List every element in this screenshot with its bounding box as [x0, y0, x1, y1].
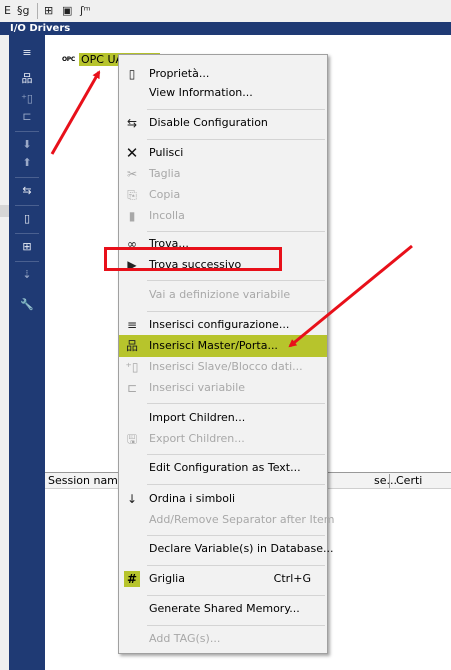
menu-item-label: Inserisci variabile — [149, 381, 246, 394]
column-header-session-name[interactable]: Session name — [45, 474, 121, 488]
save-icon: 🖫 — [126, 432, 138, 446]
sort-arrows-icon[interactable]: ⇣ — [12, 267, 42, 283]
signal-icon[interactable]: ʃᵐ — [80, 3, 91, 19]
symbol-sg-icon[interactable]: §g — [17, 3, 29, 19]
page-icon: ▯ — [128, 67, 136, 81]
menu-item-label: Griglia — [149, 572, 185, 585]
menu-item-label: Import Children... — [149, 411, 246, 424]
side-toolbar-separator — [15, 233, 39, 234]
grid-hash-icon: # — [124, 571, 140, 587]
menu-separator — [147, 231, 325, 232]
menu-separator — [147, 484, 325, 485]
menu-item-label: Edit Configuration as Text... — [149, 461, 301, 474]
menu-item-label: Inserisci Slave/Blocco dati... — [149, 360, 303, 373]
menu-item-ordina-simboli[interactable]: ↓ Ordina i simboli — [119, 488, 327, 510]
insert-config-icon: ≡ — [126, 318, 138, 332]
menu-item-label: Inserisci Master/Porta... — [149, 339, 278, 352]
menu-item-inserisci-variabile[interactable]: ⊏ Inserisci variabile — [119, 377, 327, 399]
move-down-icon[interactable]: ⬇ — [12, 137, 42, 153]
paste-icon: ▮ — [128, 209, 136, 223]
variable-icon[interactable]: ⊏ — [12, 109, 42, 125]
menu-item-copia[interactable]: ⎘ Copia — [119, 184, 327, 206]
menu-item-label: Ordina i simboli — [149, 492, 236, 505]
node-tree-icon[interactable]: ⊞ — [44, 3, 53, 19]
device-icon[interactable]: ▯ — [12, 211, 42, 227]
left-edge-strip — [0, 35, 9, 670]
menu-separator — [147, 535, 325, 536]
side-toolbar-separator — [15, 177, 39, 178]
menu-item-edit-configuration-text[interactable]: Edit Configuration as Text... — [119, 457, 327, 479]
menu-item-label: Pulisci — [149, 146, 184, 159]
menu-item-import-children[interactable]: Import Children... — [119, 407, 327, 429]
side-toolbar-separator — [15, 131, 39, 132]
menu-item-inserisci-slave[interactable]: ⁺▯ Inserisci Slave/Blocco dati... — [119, 356, 327, 378]
menu-item-taglia[interactable]: ✂ Taglia — [119, 163, 327, 185]
slave-block-icon[interactable]: ⁺▯ — [12, 91, 42, 107]
list-e-icon[interactable]: E — [4, 3, 11, 19]
menu-separator — [147, 139, 325, 140]
menu-item-label: View Information... — [149, 86, 253, 99]
top-toolbar: E §g ⊞ ▣ ʃᵐ — [0, 0, 451, 23]
wrench-icon[interactable]: 🔧 — [12, 297, 42, 313]
side-toolbar-separator — [15, 205, 39, 206]
clear-x-icon: ✕ — [125, 144, 139, 162]
menu-item-label: Vai a definizione variabile — [149, 288, 291, 301]
sort-icon: ↓ — [126, 492, 138, 506]
menu-separator — [147, 595, 325, 596]
menu-item-view-information[interactable]: View Information... — [119, 82, 327, 104]
menu-separator — [147, 280, 325, 281]
menu-item-declare-variables[interactable]: Declare Variable(s) in Database... — [119, 538, 333, 560]
menu-separator — [147, 454, 325, 455]
link-toggle-icon: ⇆ — [126, 116, 138, 130]
menu-item-generate-shared-memory[interactable]: Generate Shared Memory... — [119, 598, 327, 620]
column-header-certificate[interactable]: Certi — [389, 474, 422, 488]
menu-item-add-tags[interactable]: Add TAG(s)... — [119, 628, 327, 650]
menu-item-label: Add TAG(s)... — [149, 632, 221, 645]
menu-item-inserisci-master-porta[interactable]: 品 Inserisci Master/Porta... — [119, 335, 327, 357]
menu-item-label: Taglia — [149, 167, 181, 180]
insert-config-icon[interactable]: ≡ — [12, 45, 42, 61]
scissors-icon: ✂ — [126, 167, 138, 181]
copy-icon: ⎘ — [127, 188, 137, 202]
menu-item-label: Declare Variable(s) in Database... — [149, 542, 334, 555]
side-toolbar-separator — [15, 261, 39, 262]
annotation-highlight-box — [104, 247, 282, 271]
menu-item-label: Inserisci configurazione... — [149, 318, 290, 331]
menu-separator — [147, 565, 325, 566]
slave-block-icon: ⁺▯ — [125, 360, 139, 374]
menu-item-griglia[interactable]: # Griglia Ctrl+G — [119, 568, 327, 590]
menu-item-label: Generate Shared Memory... — [149, 602, 300, 615]
menu-item-pulisci[interactable]: ✕ Pulisci — [119, 142, 327, 164]
menu-item-label: Export Children... — [149, 432, 245, 445]
opc-logo-icon: OPC — [62, 56, 76, 63]
menu-item-add-remove-separator[interactable]: Add/Remove Separator after Item — [119, 509, 335, 531]
variable-icon: ⊏ — [126, 381, 138, 395]
move-up-icon[interactable]: ⬆ — [12, 155, 42, 171]
link-toggle-icon[interactable]: ⇆ — [12, 183, 42, 199]
menu-item-disable-configuration[interactable]: ⇆ Disable Configuration — [119, 112, 327, 134]
master-port-icon: 品 — [125, 339, 138, 353]
toolbar-separator — [37, 3, 38, 19]
menu-item-inserisci-configurazione[interactable]: ≡ Inserisci configurazione... — [119, 314, 327, 336]
menu-item-vai-a-definizione[interactable]: Vai a definizione variabile — [119, 284, 327, 306]
splitter-mark — [0, 205, 9, 217]
menu-item-label: Incolla — [149, 209, 185, 222]
menu-item-label: Disable Configuration — [149, 116, 268, 129]
menu-item-label: Copia — [149, 188, 181, 201]
expand-icon[interactable]: ⊞ — [12, 239, 42, 255]
menu-separator — [147, 109, 325, 110]
master-port-icon[interactable]: 品 — [12, 71, 42, 87]
menu-item-shortcut: Ctrl+G — [273, 572, 311, 585]
context-menu: ▯ Proprietà... View Information... ⇆ Dis… — [118, 54, 335, 654]
panel-icon[interactable]: ▣ — [62, 3, 72, 19]
menu-separator — [147, 311, 325, 312]
side-toolbar: ≡ 品 ⁺▯ ⊏ ⬇ ⬆ ⇆ ▯ ⊞ ⇣ 🔧 — [9, 35, 45, 670]
menu-separator — [147, 403, 325, 404]
menu-item-label: Add/Remove Separator after Item — [149, 513, 335, 526]
menu-item-incolla[interactable]: ▮ Incolla — [119, 205, 327, 227]
menu-separator — [147, 625, 325, 626]
panel-title: I/O Drivers — [0, 22, 451, 35]
menu-item-export-children[interactable]: 🖫 Export Children... — [119, 428, 327, 450]
